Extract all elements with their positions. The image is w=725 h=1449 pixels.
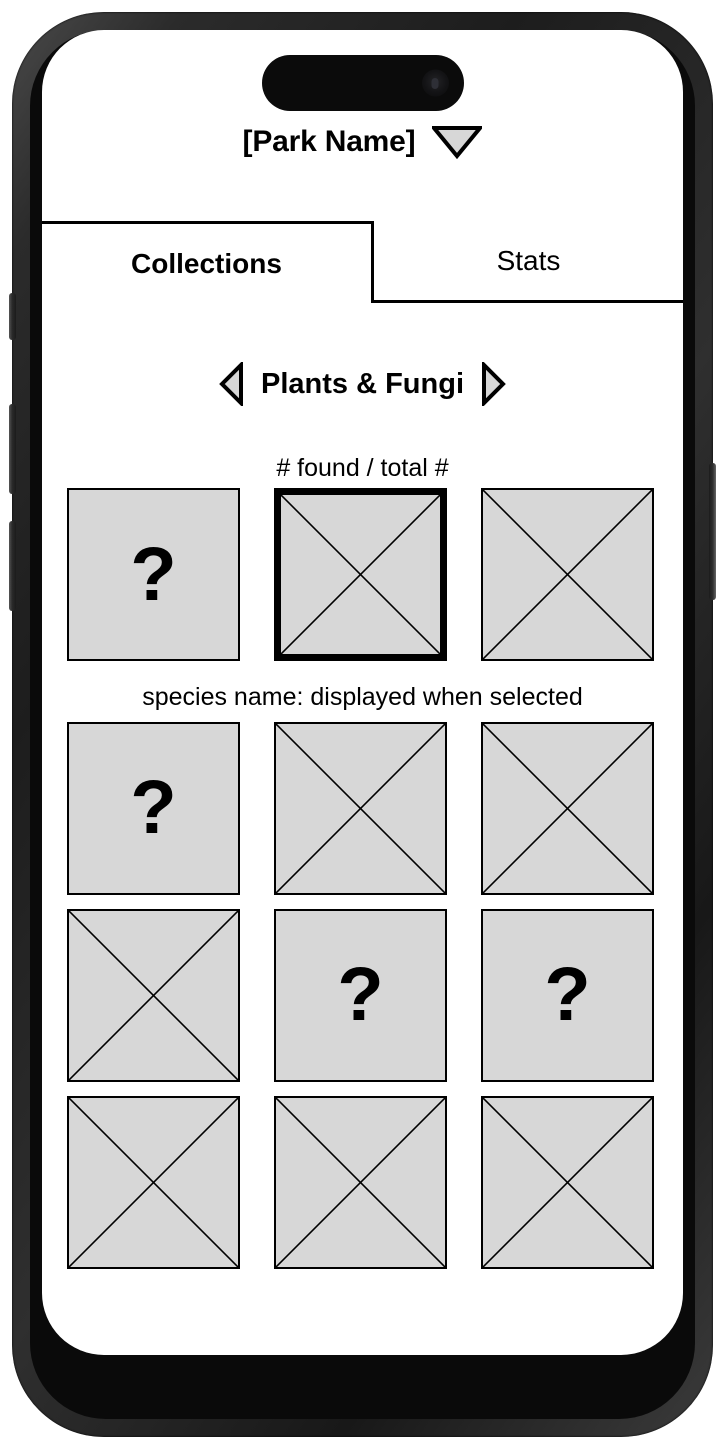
- volume-down-button[interactable]: [9, 521, 16, 611]
- question-mark-icon: ?: [337, 952, 384, 1037]
- species-tile[interactable]: ?: [67, 721, 240, 895]
- question-mark-icon: ?: [130, 531, 177, 617]
- mute-switch-button[interactable]: [9, 293, 16, 340]
- species-tile[interactable]: [274, 721, 447, 895]
- triangle-left-icon[interactable]: [219, 362, 245, 406]
- x-box-icon: [69, 911, 238, 1080]
- dynamic-island: [261, 55, 464, 111]
- species-tile[interactable]: [481, 488, 654, 661]
- species-tile[interactable]: [274, 1095, 447, 1269]
- species-grid-row: ?: [67, 488, 683, 661]
- power-button[interactable]: [709, 463, 716, 600]
- tab-bar: Collections Stats: [42, 221, 683, 303]
- species-tile-selected[interactable]: [274, 488, 447, 661]
- x-box-icon: [483, 490, 652, 659]
- species-tile[interactable]: [67, 1095, 240, 1269]
- app-header: [Park Name]: [42, 125, 683, 159]
- species-grid: ? species name: displayed when selected??…: [67, 488, 683, 1283]
- question-mark-icon: ?: [544, 952, 591, 1037]
- tab-collections-label: Collections: [131, 247, 282, 279]
- species-tile[interactable]: [481, 1095, 654, 1269]
- species-grid-row: ??: [67, 908, 683, 1082]
- category-carousel: Plants & Fungi: [42, 362, 683, 406]
- question-mark-icon: ?: [130, 765, 177, 850]
- x-box-icon: [281, 495, 440, 654]
- tab-collections[interactable]: Collections: [42, 221, 374, 303]
- volume-up-button[interactable]: [9, 404, 16, 494]
- page-title: [Park Name]: [242, 125, 416, 158]
- phone-screen: [Park Name] Collections Stats Plants & F…: [42, 30, 683, 1355]
- found-total-count: # found / total #: [276, 454, 449, 482]
- phone-frame: [Park Name] Collections Stats Plants & F…: [9, 12, 716, 1437]
- x-box-icon: [483, 1098, 652, 1267]
- x-box-icon: [483, 724, 652, 893]
- species-tile[interactable]: ?: [274, 908, 447, 1082]
- x-box-icon: [276, 724, 445, 893]
- species-tile[interactable]: [481, 721, 654, 895]
- chevron-down-icon[interactable]: [432, 125, 483, 159]
- species-grid-row: [67, 1095, 683, 1269]
- category-name: Plants & Fungi: [261, 367, 464, 400]
- selected-species-name: species name: displayed when selected: [142, 683, 583, 711]
- tab-stats[interactable]: Stats: [374, 221, 683, 303]
- front-camera-icon: [421, 69, 449, 97]
- triangle-right-icon[interactable]: [480, 362, 506, 406]
- species-tile[interactable]: ?: [67, 488, 240, 661]
- species-tile[interactable]: [67, 908, 240, 1082]
- x-box-icon: [276, 1098, 445, 1267]
- species-tile[interactable]: ?: [481, 908, 654, 1082]
- species-grid-row: ?: [67, 721, 683, 895]
- tab-stats-label: Stats: [496, 244, 561, 276]
- x-box-icon: [69, 1098, 238, 1267]
